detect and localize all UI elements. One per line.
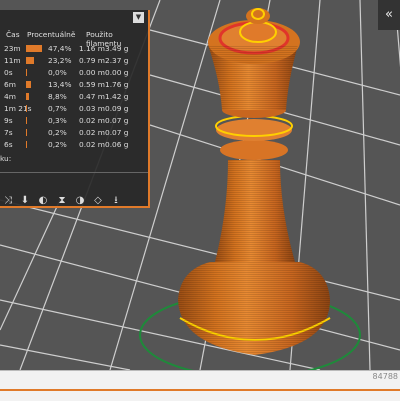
row-weight: 0.00 g [105, 68, 129, 77]
row-weight: 0.06 g [105, 140, 129, 149]
row-percent: 0,0% [48, 68, 67, 77]
row-bar [26, 69, 27, 76]
legend-row: 7s 0,2% 0.02 m 0.07 g [0, 128, 148, 137]
row-bar [26, 45, 43, 52]
row-time: 11m [4, 56, 21, 65]
row-length: 0.47 m [79, 92, 106, 101]
row-percent: 23,2% [48, 56, 72, 65]
row-time: 23m [4, 44, 21, 53]
row-time: 1m 21s [4, 104, 32, 113]
bottom-value: 84788 [372, 372, 398, 381]
row-weight: 0.07 g [105, 116, 129, 125]
row-time: 7s [4, 128, 13, 137]
legend-headers: Čas Procentuálně Použito filamentu [0, 30, 148, 48]
legend-row: 6m 13,4% 0.59 m 1.76 g [0, 80, 148, 89]
row-weight: 1.76 g [105, 80, 129, 89]
row-length: 0.79 m [79, 56, 106, 65]
row-length: 0.02 m [79, 140, 106, 149]
row-weight: 1.42 g [105, 92, 129, 101]
hourglass-icon[interactable]: ⧗ [56, 195, 68, 207]
legend-row: 4m 8,8% 0.47 m 1.42 g [0, 92, 148, 101]
row-bar [26, 57, 34, 64]
row-percent: 0,3% [48, 116, 67, 125]
row-time: 9s [4, 116, 13, 125]
row-bar [26, 93, 29, 100]
row-weight: 0.09 g [105, 104, 129, 113]
row-bar [26, 117, 27, 124]
row-percent: 0,2% [48, 140, 67, 149]
bottom-strip: 84788 [0, 370, 400, 401]
download-icon[interactable]: ⭳ [110, 195, 122, 207]
row-bar [26, 81, 31, 88]
row-time: 0s [4, 68, 13, 77]
legend-row: 0s 0,0% 0.00 m 0.00 g [0, 68, 148, 77]
travel-icon[interactable]: ⤨ [2, 195, 14, 207]
seam-icon[interactable]: ◑ [74, 195, 86, 207]
row-length: 0.59 m [79, 80, 106, 89]
row-length: 0.00 m [79, 68, 106, 77]
row-percent: 8,8% [48, 92, 67, 101]
row-percent: 13,4% [48, 80, 72, 89]
row-percent: 47,4% [48, 44, 72, 53]
shell-icon[interactable]: ◇ [92, 195, 104, 207]
dropdown-arrow-icon[interactable]: ▼ [133, 12, 144, 23]
legend-row: 23m 47,4% 1.16 m 3.49 g [0, 44, 148, 53]
row-time: 6m [4, 80, 16, 89]
row-bar [26, 141, 27, 148]
legend-row: 11m 23,2% 0.79 m 2.37 g [0, 56, 148, 65]
legend-row: 9s 0,3% 0.02 m 0.07 g [0, 116, 148, 125]
row-length: 0.02 m [79, 116, 106, 125]
header-time: Čas [6, 30, 20, 39]
row-length: 1.16 m [79, 44, 106, 53]
color-icon[interactable]: ◐ [37, 195, 49, 207]
progress-line [0, 389, 400, 391]
legend-toolbar: ⤨ ⬇ ◐ ⧗ ◑ ◇ ⭳ [0, 195, 148, 209]
extra-label: ku: [0, 154, 12, 163]
row-time: 4m [4, 92, 16, 101]
collapse-sidebar-button[interactable]: « [378, 0, 400, 30]
legend-divider [0, 172, 148, 173]
row-percent: 0,7% [48, 104, 67, 113]
legend-row: 1m 21s 0,7% 0.03 m 0.09 g [0, 104, 148, 113]
row-percent: 0,2% [48, 128, 67, 137]
legend-panel: ▼ Čas Procentuálně Použito filamentu 23m… [0, 10, 150, 208]
row-bar [26, 105, 27, 112]
header-percent: Procentuálně [27, 30, 76, 39]
row-length: 0.02 m [79, 128, 106, 137]
row-weight: 2.37 g [105, 56, 129, 65]
row-bar [26, 129, 27, 136]
row-length: 0.03 m [79, 104, 106, 113]
row-weight: 0.07 g [105, 128, 129, 137]
retraction-icon[interactable]: ⬇ [19, 195, 31, 207]
row-time: 6s [4, 140, 13, 149]
row-weight: 3.49 g [105, 44, 129, 53]
legend-row: 6s 0,2% 0.02 m 0.06 g [0, 140, 148, 149]
